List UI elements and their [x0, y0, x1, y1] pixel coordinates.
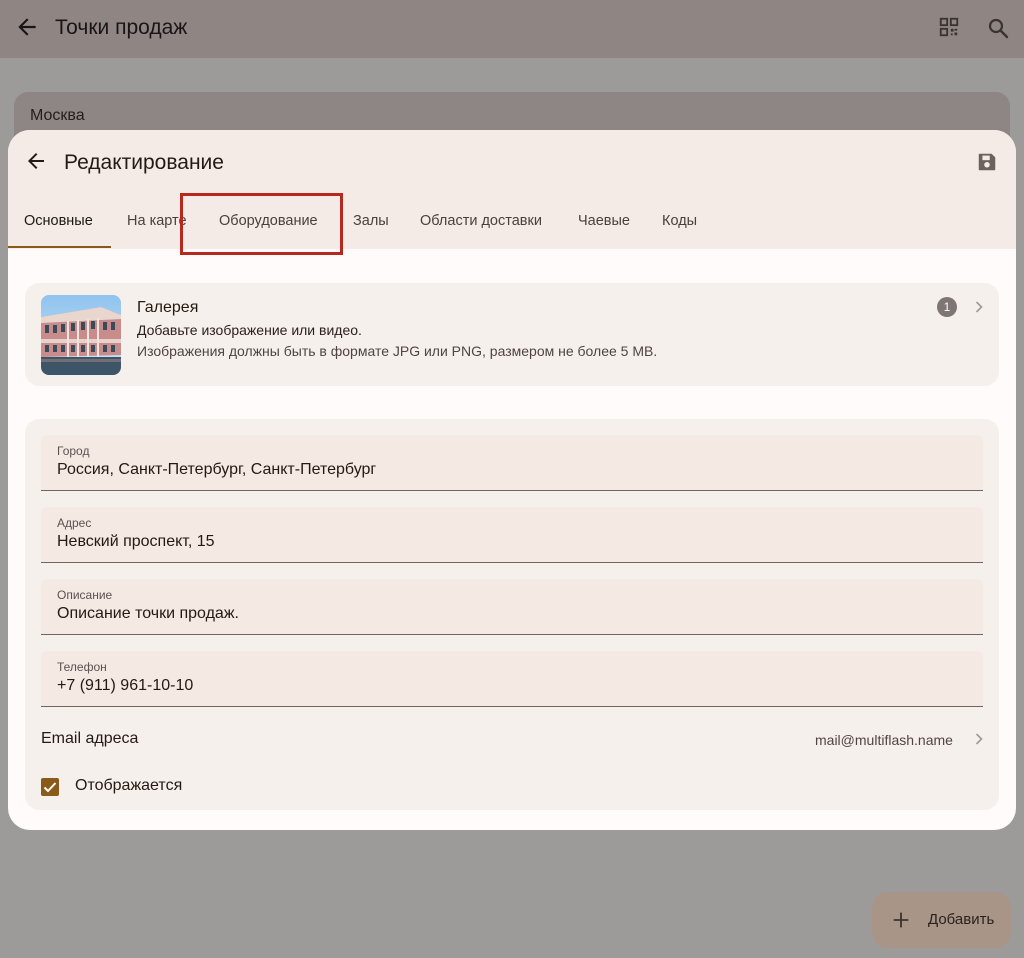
- building-photo: [41, 295, 121, 375]
- save-icon[interactable]: [976, 151, 998, 173]
- phone-field[interactable]: Телефон +7 (911) 961-10-10: [41, 651, 983, 707]
- gallery-thumbnail: [41, 295, 121, 375]
- tab-delivery-areas[interactable]: Области доставки: [420, 213, 542, 229]
- details-form-card: Город Россия, Санкт-Петербург, Санкт-Пет…: [25, 419, 999, 810]
- phone-field-value: +7 (911) 961-10-10: [57, 677, 194, 694]
- tab-codes[interactable]: Коды: [662, 213, 697, 229]
- search-icon[interactable]: [986, 16, 1010, 40]
- address-field-value: Невский проспект, 15: [57, 533, 215, 550]
- city-field-value: Россия, Санкт-Петербург, Санкт-Петербург: [57, 461, 377, 478]
- back-arrow-icon[interactable]: [24, 149, 48, 173]
- gallery-subtitle: Добавьте изображение или видео.: [137, 322, 362, 338]
- tab-map[interactable]: На карте: [127, 213, 187, 229]
- gallery-title: Галерея: [137, 299, 199, 316]
- address-field[interactable]: Адрес Невский проспект, 15: [41, 507, 983, 563]
- email-row-label[interactable]: Email адреса: [41, 730, 138, 748]
- gallery-card[interactable]: Галерея Добавьте изображение или видео. …: [25, 283, 999, 386]
- chevron-right-icon: [975, 301, 983, 313]
- email-row-value: mail@multiflash.name: [815, 732, 953, 748]
- visible-checkbox-label: Отображается: [75, 777, 183, 794]
- plus-icon: [893, 912, 909, 928]
- chevron-right-icon[interactable]: [969, 729, 989, 749]
- highlight-box: [180, 193, 343, 255]
- description-field-value: Описание точки продаж.: [57, 605, 239, 622]
- tab-halls[interactable]: Залы: [353, 213, 389, 229]
- add-button-label: Добавить: [928, 911, 995, 928]
- dialog-title: Редактирование: [64, 151, 224, 174]
- city-group-label: Москва: [30, 107, 85, 124]
- city-field[interactable]: Город Россия, Санкт-Петербург, Санкт-Пет…: [41, 435, 983, 491]
- page-title: Точки продаж: [55, 16, 188, 39]
- description-field[interactable]: Описание Описание точки продаж.: [41, 579, 983, 635]
- phone-field-label: Телефон: [57, 660, 107, 674]
- qr-code-icon[interactable]: [938, 16, 960, 38]
- edit-dialog: Редактирование Основные На карте Оборудо…: [8, 130, 1016, 830]
- active-tab-indicator: [8, 246, 111, 248]
- address-field-label: Адрес: [57, 516, 92, 530]
- gallery-count-badge: 1: [937, 297, 957, 317]
- check-icon: [43, 782, 57, 793]
- visible-checkbox[interactable]: [41, 778, 59, 796]
- back-arrow-icon[interactable]: [14, 14, 40, 40]
- dialog-header: [8, 130, 1016, 249]
- city-field-label: Город: [57, 444, 90, 458]
- gallery-hint: Изображения должны быть в формате JPG ил…: [137, 343, 658, 359]
- tab-main[interactable]: Основные: [24, 213, 93, 229]
- tab-tips[interactable]: Чаевые: [578, 213, 630, 229]
- description-field-label: Описание: [57, 588, 113, 602]
